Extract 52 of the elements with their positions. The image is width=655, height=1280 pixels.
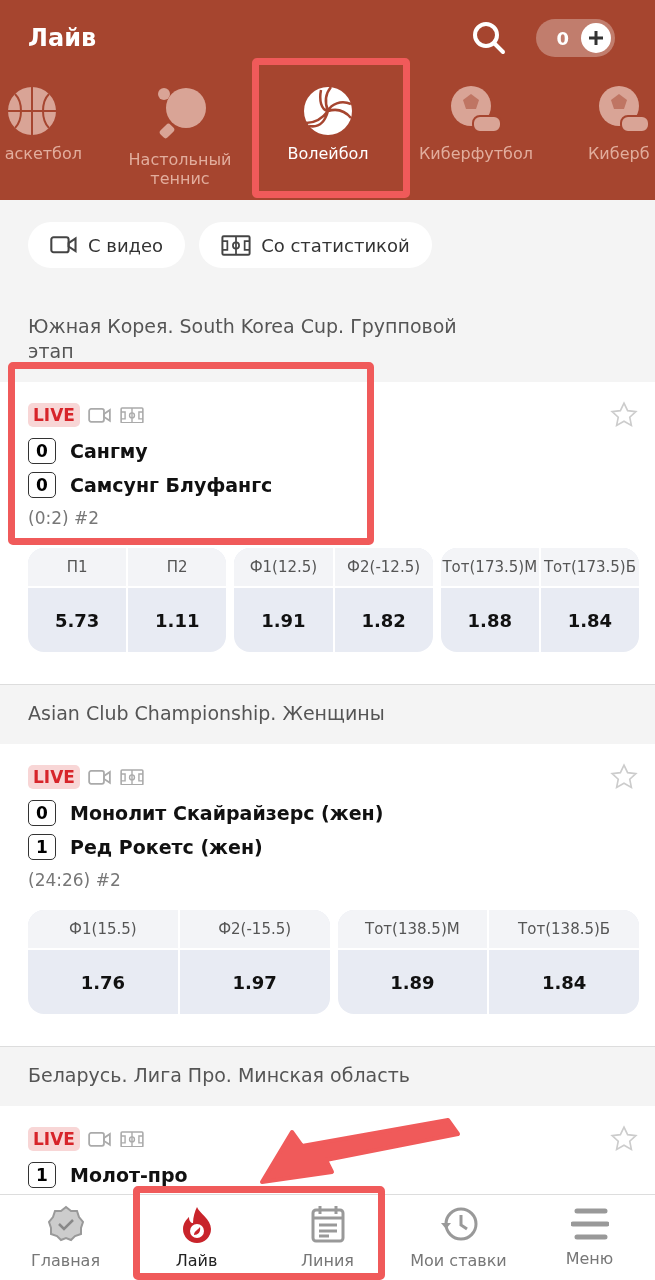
live-badge: LIVE <box>28 1127 80 1151</box>
team-name: Сангму <box>70 440 148 462</box>
team-name: Монолит Скайрайзерс (жен) <box>70 802 384 824</box>
field-icon <box>119 1130 144 1148</box>
team-score: 1 <box>28 834 56 860</box>
team-score: 1 <box>28 1162 56 1188</box>
team-name: Ред Рокетс (жен) <box>70 836 263 858</box>
balance-value: 0 <box>556 27 569 49</box>
add-funds-button[interactable] <box>581 23 611 53</box>
section-title: Беларусь. Лига Про. Минская область <box>27 1063 411 1088</box>
odds-cell[interactable]: Ф1(12.5) 1.91 <box>234 548 333 652</box>
match-card[interactable]: LIVE 0 Сангму 0 Самсунг Блуфангс (0:2) #2 П1 5.73 П2 1.11 Ф1(12.5) 1.91 Ф2(-12.5) 1.82 Тот(173.5)М 1.88 Тот(173.5)Б 1.84 <box>0 382 655 685</box>
odds-cell[interactable]: Тот(173.5)М 1.88 <box>440 548 539 652</box>
video-camera-icon <box>50 235 78 255</box>
search-icon[interactable] <box>472 21 507 55</box>
odds-cell[interactable]: П1 5.73 <box>28 548 127 652</box>
odds-cell[interactable]: Тот(138.5)Б 1.84 <box>489 910 639 1014</box>
filter-chip[interactable]: Со статистикой <box>199 222 432 268</box>
section-title: Южная Корея. South Korea Cup. Групповой этап <box>27 314 458 364</box>
plus-icon <box>588 30 604 46</box>
volleyball-icon <box>301 84 355 138</box>
live-badge: LIVE <box>28 765 80 789</box>
odds-cell[interactable]: Ф2(-12.5) 1.82 <box>334 548 433 652</box>
video-camera-icon <box>87 1130 112 1148</box>
live-badge: LIVE <box>28 403 80 427</box>
odds-cell[interactable]: Ф1(15.5) 1.76 <box>28 910 178 1014</box>
odds-cell[interactable]: Тот(138.5)М 1.89 <box>337 910 488 1014</box>
team-score: 0 <box>28 472 56 498</box>
match-info: (0:2) #2 <box>28 508 101 528</box>
video-camera-icon <box>87 768 112 786</box>
basketball-icon <box>5 84 59 138</box>
team-name: Молот-про <box>70 1164 188 1186</box>
sport-tab[interactable]: Волейбол <box>254 76 402 200</box>
odds-cell[interactable]: Тот(173.5)Б 1.84 <box>540 548 639 652</box>
badge-check-icon <box>46 1205 85 1243</box>
field-icon <box>119 406 144 424</box>
odds-cell[interactable]: Ф2(-15.5) 1.97 <box>179 910 330 1014</box>
calendar-icon <box>310 1205 345 1243</box>
field-icon <box>119 768 144 786</box>
field-icon <box>221 234 252 256</box>
history-icon <box>438 1205 479 1243</box>
video-camera-icon <box>87 406 112 424</box>
odds-cell[interactable]: П2 1.11 <box>128 548 227 652</box>
team-score: 0 <box>28 438 56 464</box>
team-score: 0 <box>28 800 56 826</box>
filter-chip[interactable]: С видео <box>28 222 186 268</box>
match-info: (24:26) #2 <box>28 870 122 890</box>
match-card[interactable]: LIVE 0 Монолит Скайрайзерс (жен) 1 Ред Рокетс (жен) (24:26) #2 Ф1(15.5) 1.76 Ф2(-15.5) 1.97 Тот(138.5)М 1.89 Тот(138.5)Б 1.84 <box>0 744 655 1047</box>
section-title: Asian Club Championship. Женщины <box>27 701 386 726</box>
menu-icon <box>570 1207 609 1241</box>
page-title: Лайв <box>28 24 98 52</box>
team-name: Самсунг Блуфангс <box>70 474 273 496</box>
